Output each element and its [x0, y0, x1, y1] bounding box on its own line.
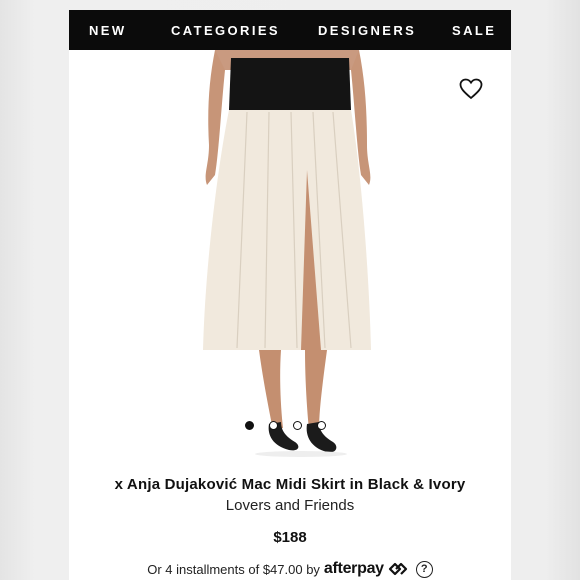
installment-text: Or 4 installments of $47.00 by: [147, 561, 320, 577]
nav-item-designers[interactable]: DESIGNERS: [318, 23, 416, 38]
gallery-dot-2[interactable]: [269, 421, 278, 430]
gallery-dot-3[interactable]: [293, 421, 302, 430]
gallery-pagination: [245, 421, 326, 430]
top-nav: NEW CATEGORIES DESIGNERS SALE: [69, 10, 511, 50]
product-photo: [203, 50, 371, 457]
nav-item-new[interactable]: NEW: [89, 23, 127, 38]
product-brand[interactable]: Lovers and Friends: [69, 497, 511, 514]
nav-item-sale[interactable]: SALE: [452, 23, 496, 38]
skirt-body: [203, 110, 371, 350]
nav-item-categories[interactable]: CATEGORIES: [171, 23, 280, 38]
afterpay-wordmark: afterpay: [323, 560, 384, 577]
model-right-leg: [305, 350, 327, 430]
installment-info: Or 4 installments of $47.00 by afterpay …: [69, 560, 511, 578]
afterpay-logo-icon: [388, 562, 407, 576]
gallery-dot-1[interactable]: [245, 421, 254, 430]
product-title: x Anja Dujaković Mac Midi Skirt in Black…: [114, 476, 466, 493]
gallery-dot-4[interactable]: [317, 421, 326, 430]
product-price: $188: [273, 529, 307, 546]
favorite-button[interactable]: [459, 78, 483, 100]
heart-icon: [459, 78, 483, 100]
model-left-leg: [259, 350, 283, 430]
skirt-waistband: [229, 58, 351, 110]
product-image[interactable]: [69, 50, 511, 458]
product-page: NEW CATEGORIES DESIGNERS SALE x Anja Duj…: [69, 10, 511, 580]
question-circle-icon[interactable]: ?: [415, 560, 433, 578]
floor-shadow: [255, 451, 347, 457]
